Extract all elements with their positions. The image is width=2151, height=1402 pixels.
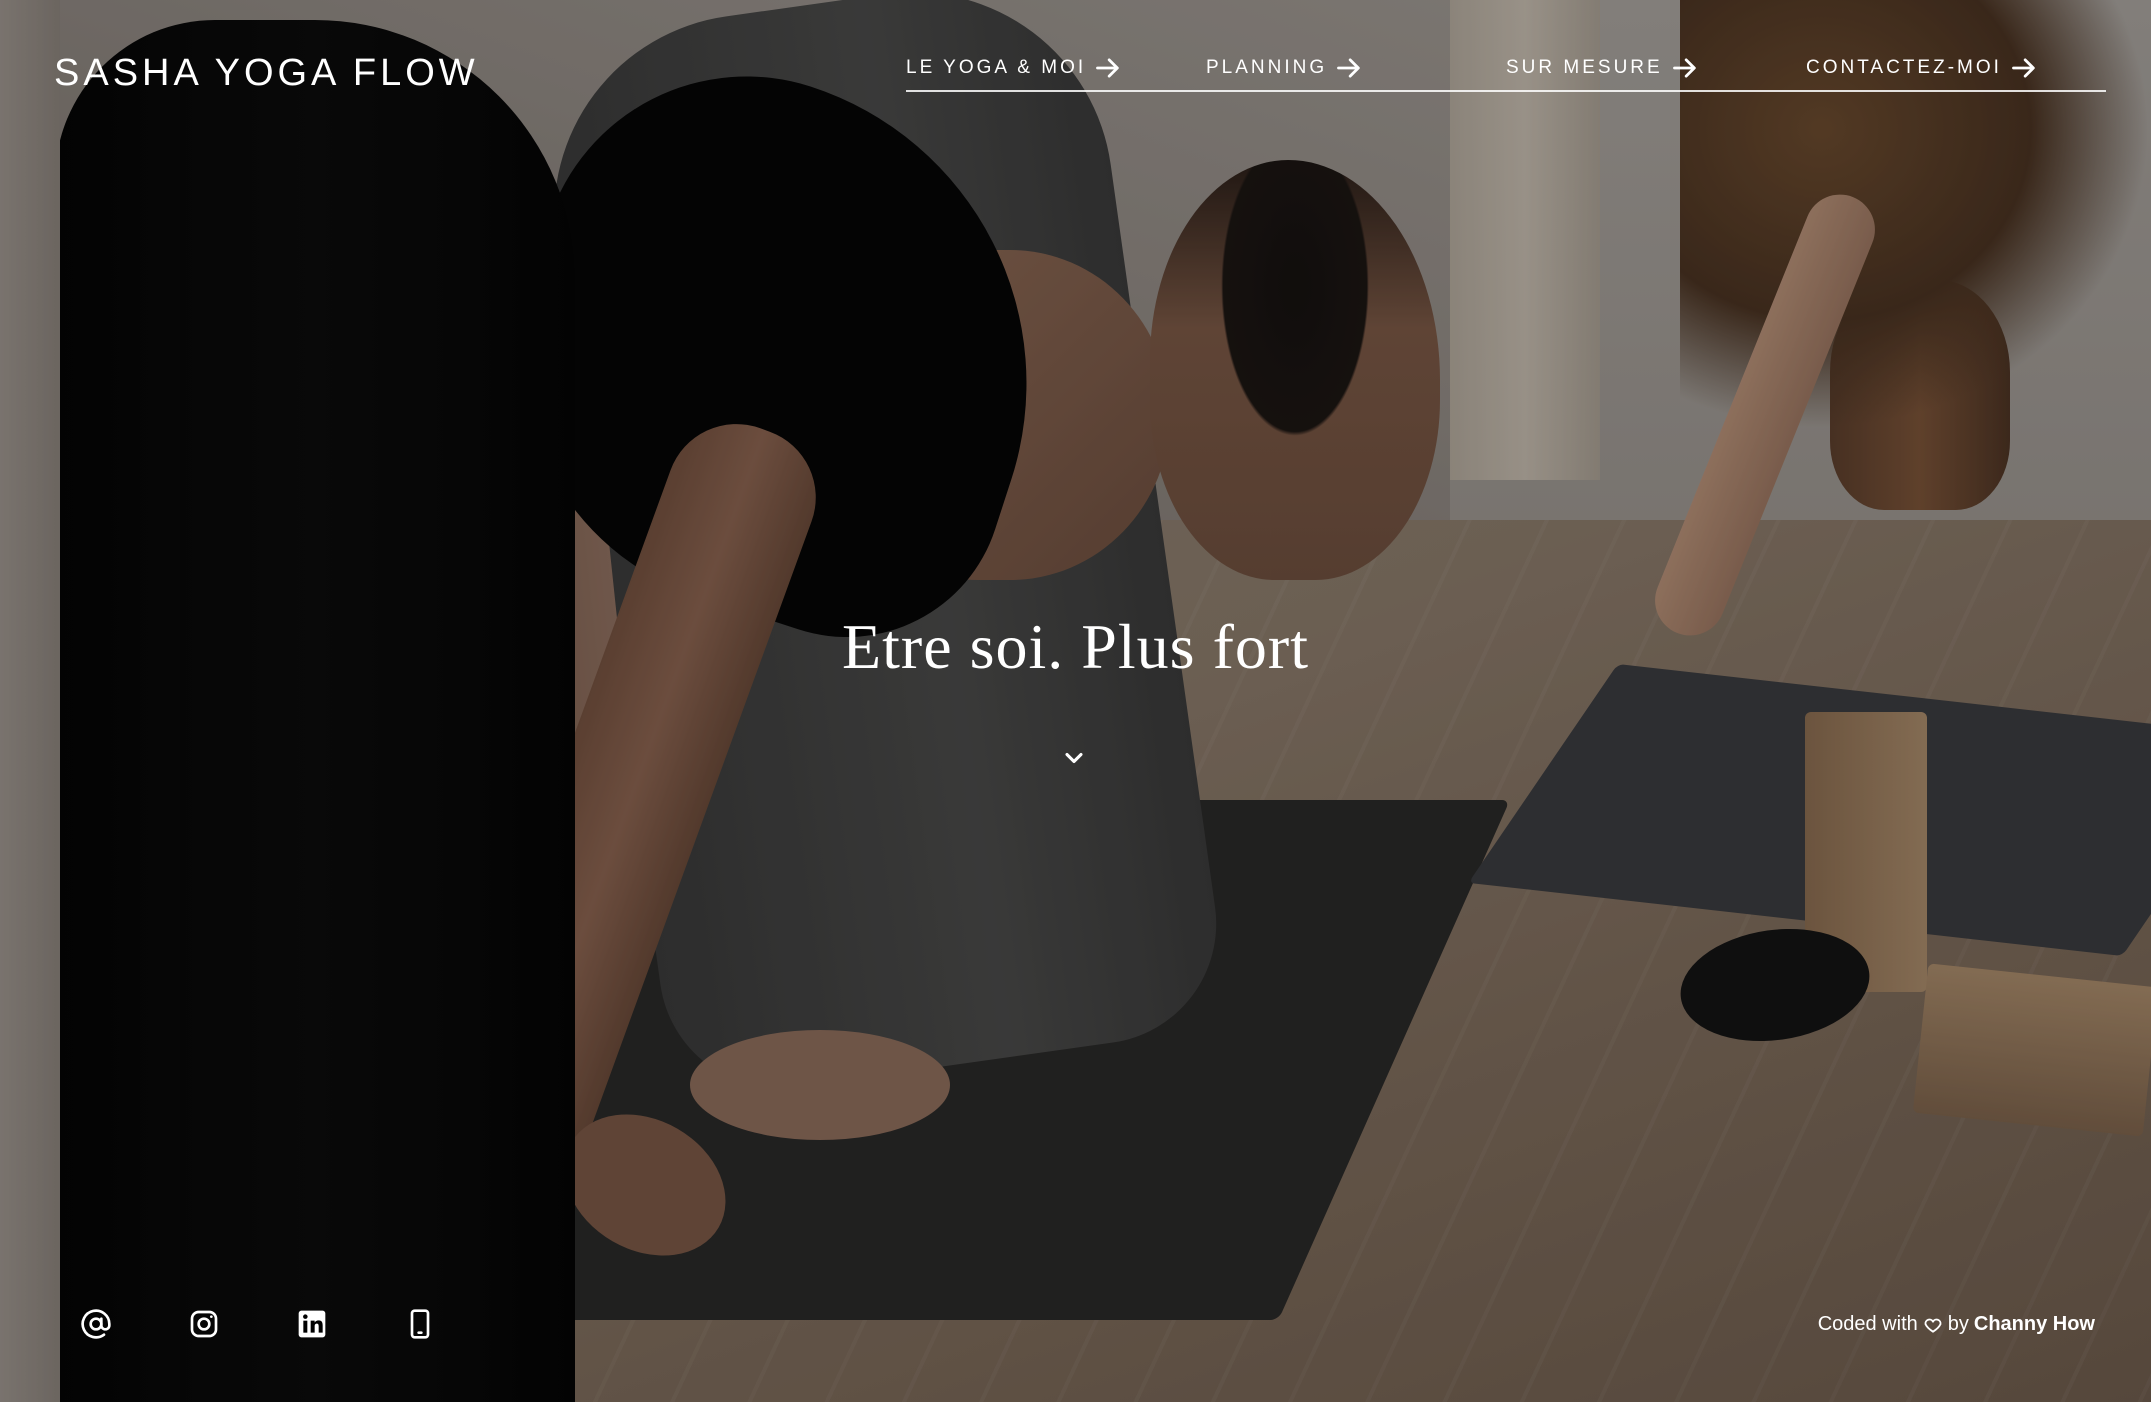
mobile-phone-icon	[410, 1309, 430, 1339]
heart-icon	[1924, 1318, 1942, 1333]
social-links	[80, 1308, 512, 1340]
hero-background-image	[0, 0, 2151, 1402]
nav-item-contactez-moi[interactable]: CONTACTEZ-MOI	[1806, 54, 2038, 82]
scroll-down-button[interactable]	[1060, 744, 1088, 772]
credit-prefix: Coded with	[1817, 1313, 1918, 1335]
arrow-right-icon	[1337, 58, 1360, 78]
nav-item-sur-mesure[interactable]: SUR MESURE	[1506, 54, 1699, 82]
site-logo[interactable]: SASHA YOGA FLOW	[54, 52, 479, 95]
nav-item-label: CONTACTEZ-MOI	[1806, 57, 2002, 78]
arrow-right-icon	[1096, 58, 1119, 78]
linkedin-icon	[298, 1310, 326, 1338]
credit-by: by	[1947, 1313, 1969, 1335]
instagram-icon	[190, 1310, 218, 1338]
credit-author-link[interactable]: Channy How	[1974, 1313, 2095, 1336]
footer-credit: Coded with by Channy How	[1818, 1313, 2095, 1336]
nav-item-le-yoga-et-moi[interactable]: LE YOGA & MOI	[906, 54, 1122, 82]
nav-item-label: SUR MESURE	[1506, 57, 1663, 78]
arrow-right-icon	[2012, 58, 2035, 78]
linkedin-link[interactable]	[296, 1308, 328, 1340]
nav-item-planning[interactable]: PLANNING	[1206, 54, 1363, 82]
instagram-link[interactable]	[188, 1308, 220, 1340]
email-link[interactable]	[80, 1308, 112, 1340]
phone-link[interactable]	[404, 1308, 436, 1340]
main-nav: LE YOGA & MOI PLANNING SUR MESURE CONTAC…	[906, 54, 2106, 92]
arrow-right-icon	[1672, 58, 1696, 78]
at-email-icon	[81, 1309, 111, 1339]
nav-item-label: LE YOGA & MOI	[906, 57, 1087, 78]
hero-tagline: Etre soi. Plus fort	[842, 611, 1309, 682]
nav-item-label: PLANNING	[1206, 57, 1328, 78]
chevron-down-icon	[1065, 752, 1083, 764]
